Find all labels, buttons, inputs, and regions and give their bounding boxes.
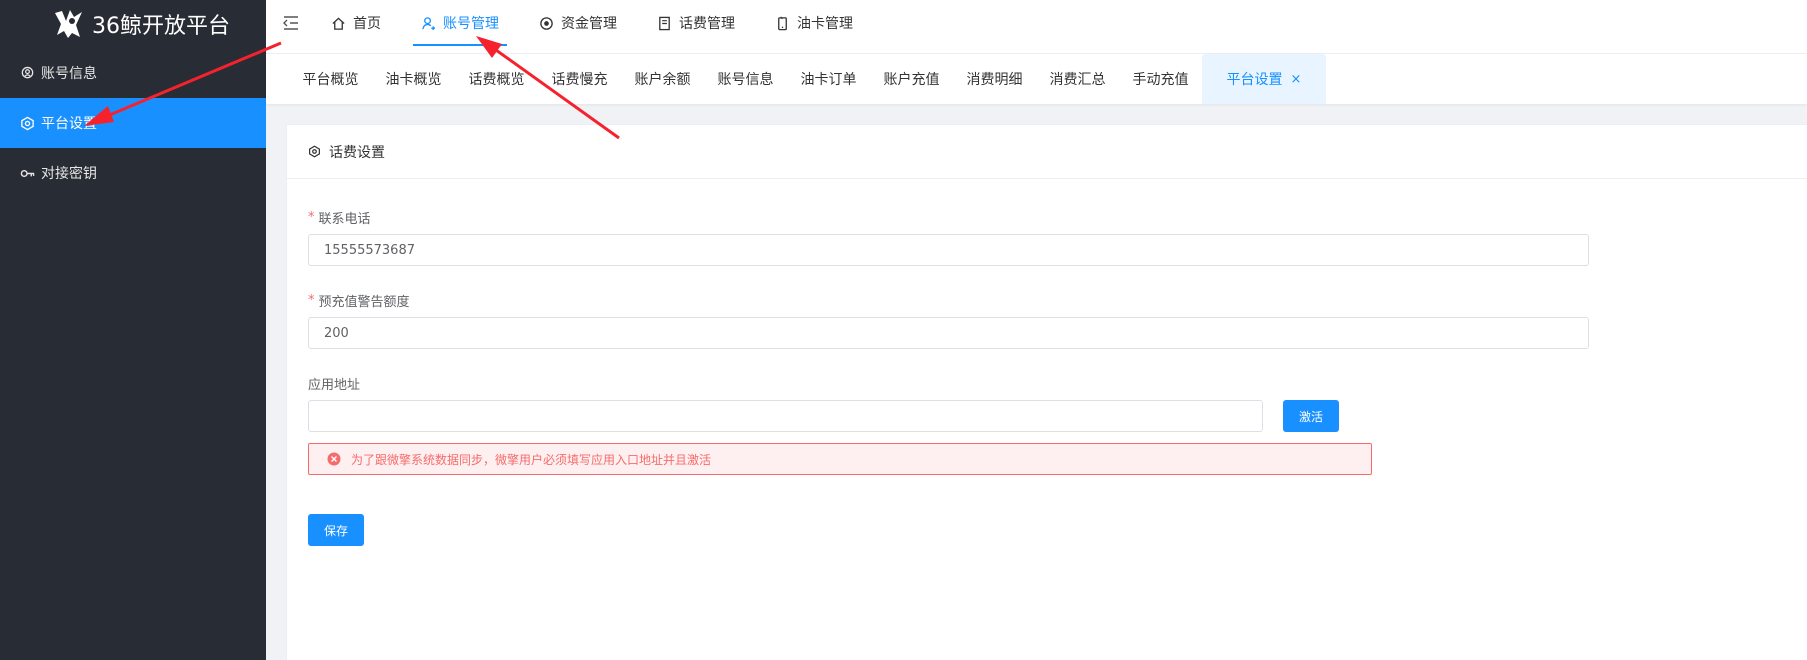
sidebar: 36鲸开放平台 账号信息 平台设置 对接密钥	[0, 0, 266, 660]
app-address-field-group: 应用地址 激活 为了跟微擎系统数据同步，微擎用户必须填写应用入口地址并且激活	[308, 373, 1372, 475]
top-navbar: 首页 账号管理 资金管理 话费管理 油卡管理	[266, 0, 1807, 54]
phone-input[interactable]: 15555573687	[308, 234, 1589, 266]
user-icon	[422, 16, 436, 30]
activate-button[interactable]: 激活	[1283, 400, 1339, 432]
phone-label-text: 联系电话	[318, 211, 371, 227]
nav-home[interactable]: 首页	[323, 0, 389, 46]
warning-amount-field-group: * 预充值警告额度 200	[308, 290, 1589, 349]
card-title: 话费设置	[329, 144, 385, 161]
nav-oil-card-management[interactable]: 油卡管理	[767, 0, 861, 46]
nav-phone-bill-management[interactable]: 话费管理	[649, 0, 743, 46]
warning-amount-label-text: 预充值警告额度	[318, 294, 410, 310]
sidebar-item-label: 平台设置	[41, 116, 97, 132]
alert-text: 为了跟微擎系统数据同步，微擎用户必须填写应用入口地址并且激活	[351, 452, 712, 467]
sidebar-item-platform-settings[interactable]: 平台设置	[0, 98, 266, 148]
tab-manual-recharge[interactable]: 手动充值	[1119, 54, 1202, 104]
tabs-bar: 平台概览 油卡概览 话费概览 话费慢充 账户余额 账号信息 油卡订单 账户充值 …	[266, 54, 1807, 104]
settings-hexagon-icon	[21, 116, 34, 130]
tab-account-recharge[interactable]: 账户充值	[870, 54, 953, 104]
settings-hexagon-icon	[309, 145, 320, 158]
document-icon	[659, 16, 670, 30]
nav-label: 账号管理	[443, 16, 499, 32]
mobile-icon	[778, 16, 787, 30]
nav-label: 资金管理	[561, 16, 617, 32]
app-address-label: 应用地址	[308, 377, 361, 393]
nav-account-management[interactable]: 账号管理	[413, 0, 507, 46]
tab-consumption-summary[interactable]: 消费汇总	[1036, 54, 1119, 104]
home-icon	[332, 16, 345, 30]
whale-logo-icon	[55, 10, 82, 38]
tab-platform-overview[interactable]: 平台概览	[289, 54, 372, 104]
location-pin-icon	[21, 66, 34, 78]
warning-amount-input[interactable]: 200	[308, 317, 1589, 349]
tab-account-balance[interactable]: 账户余额	[621, 54, 704, 104]
tab-consumption-details[interactable]: 消费明细	[953, 54, 1036, 104]
nav-label: 首页	[353, 16, 381, 32]
settings-card: 话费设置 * 联系电话 15555573687 * 预充值警告额度 200 应用…	[286, 124, 1807, 660]
required-mark: *	[308, 292, 315, 308]
sidebar-item-label: 对接密钥	[41, 166, 97, 182]
required-mark: *	[308, 209, 315, 225]
tab-close-icon[interactable]: ×	[1291, 72, 1302, 87]
sidebar-item-api-key[interactable]: 对接密钥	[0, 148, 266, 198]
nav-label: 话费管理	[679, 16, 735, 32]
phone-field-group: * 联系电话 15555573687	[308, 207, 1589, 266]
app-address-input[interactable]	[308, 400, 1263, 432]
collapse-menu-icon[interactable]	[282, 14, 300, 32]
error-alert: 为了跟微擎系统数据同步，微擎用户必须填写应用入口地址并且激活	[308, 443, 1372, 475]
card-header: 话费设置	[287, 125, 1807, 179]
sidebar-item-label: 账号信息	[41, 66, 97, 82]
phone-label: * 联系电话	[308, 207, 1589, 227]
brand-name: 36鲸开放平台	[92, 14, 230, 39]
sidebar-item-account-info[interactable]: 账号信息	[0, 48, 266, 98]
brand[interactable]: 36鲸开放平台	[0, 0, 266, 48]
tab-account-info[interactable]: 账号信息	[704, 54, 787, 104]
tab-label: 平台设置	[1226, 72, 1283, 88]
tab-phone-bill-slow-recharge[interactable]: 话费慢充	[538, 54, 621, 104]
tab-platform-settings[interactable]: 平台设置 ×	[1202, 54, 1326, 104]
nav-funds-management[interactable]: 资金管理	[531, 0, 625, 46]
tab-phone-bill-overview[interactable]: 话费概览	[455, 54, 538, 104]
record-icon	[540, 16, 553, 30]
save-button[interactable]: 保存	[308, 514, 364, 546]
tab-oil-card-orders[interactable]: 油卡订单	[787, 54, 870, 104]
key-icon	[20, 169, 35, 177]
nav-label: 油卡管理	[797, 16, 853, 32]
error-circle-icon	[327, 452, 341, 466]
warning-amount-label: * 预充值警告额度	[308, 290, 1589, 310]
tab-oil-card-overview[interactable]: 油卡概览	[372, 54, 455, 104]
